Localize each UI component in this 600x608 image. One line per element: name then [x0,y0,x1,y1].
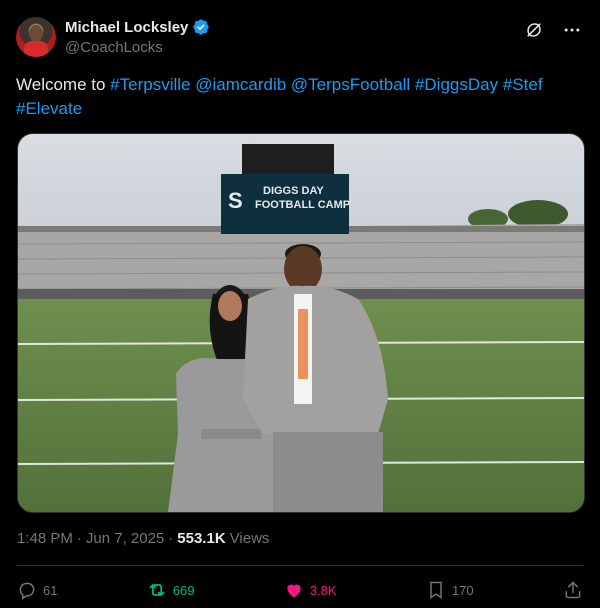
top-right-controls [524,20,582,40]
bookmark-icon [430,581,442,599]
like-button[interactable]: 3.8K [284,580,337,600]
like-count: 3.8K [309,582,337,598]
hashtag-terpsville[interactable]: #Terpsville [110,75,190,94]
mention-terpsfootball[interactable]: @TerpsFootball [291,75,410,94]
retweet-icon [149,584,165,596]
author-handle[interactable]: @CoachLocks [65,39,210,56]
actions-divider [17,565,583,566]
more-options-icon[interactable] [562,20,582,40]
retweet-button[interactable]: 669 [147,580,195,600]
tweet-date[interactable]: Jun 7, 2025 [86,530,164,547]
author-avatar[interactable] [16,17,56,57]
verified-badge-icon [193,19,210,35]
photo-scene: DIGGS DAY FOOTBALL CAMP S [18,134,584,512]
author-display-name[interactable]: Michael Locksley [65,19,188,36]
avatar-face [29,25,43,42]
meta-separator-2: · [168,530,174,547]
hashtag-stef[interactable]: #Stef [503,75,543,94]
tweet-actions: 61 669 3.8K 170 [17,580,583,600]
views-count: 553.1K [177,530,226,547]
share-icon [565,581,581,599]
reply-button[interactable]: 61 [17,580,57,600]
tweet-text: Welcome to #Terpsville @iamcardib @Terps… [16,73,576,121]
bookmark-button[interactable]: 170 [426,580,474,600]
tweet-photo[interactable]: DIGGS DAY FOOTBALL CAMP S [17,133,585,513]
avatar-shirt [24,41,48,57]
hashtag-diggsday[interactable]: #DiggsDay [415,75,498,94]
tweet-time[interactable]: 1:48 PM [17,530,73,547]
grok-icon[interactable] [524,20,544,40]
tweet-text-prefix: Welcome to [16,75,111,94]
svg-text:S: S [228,188,243,213]
heart-icon [287,584,301,598]
meta-separator: · [76,530,82,547]
bookmark-count: 170 [451,582,474,598]
retweet-count: 669 [172,582,195,598]
hashtag-elevate[interactable]: #Elevate [16,99,82,118]
views-label: Views [229,530,270,547]
reply-icon [19,582,35,600]
scoreboard-line1: DIGGS DAY [263,185,324,197]
tweet-meta: 1:48 PM · Jun 7, 2025 · 553.1K Views [17,530,269,547]
mention-iamcardib[interactable]: @iamcardib [195,75,286,94]
share-button[interactable] [563,580,583,600]
author-info: Michael Locksley @CoachLocks [65,18,210,56]
scoreboard-line2: FOOTBALL CAMP [255,199,350,211]
reply-count: 61 [43,582,58,598]
